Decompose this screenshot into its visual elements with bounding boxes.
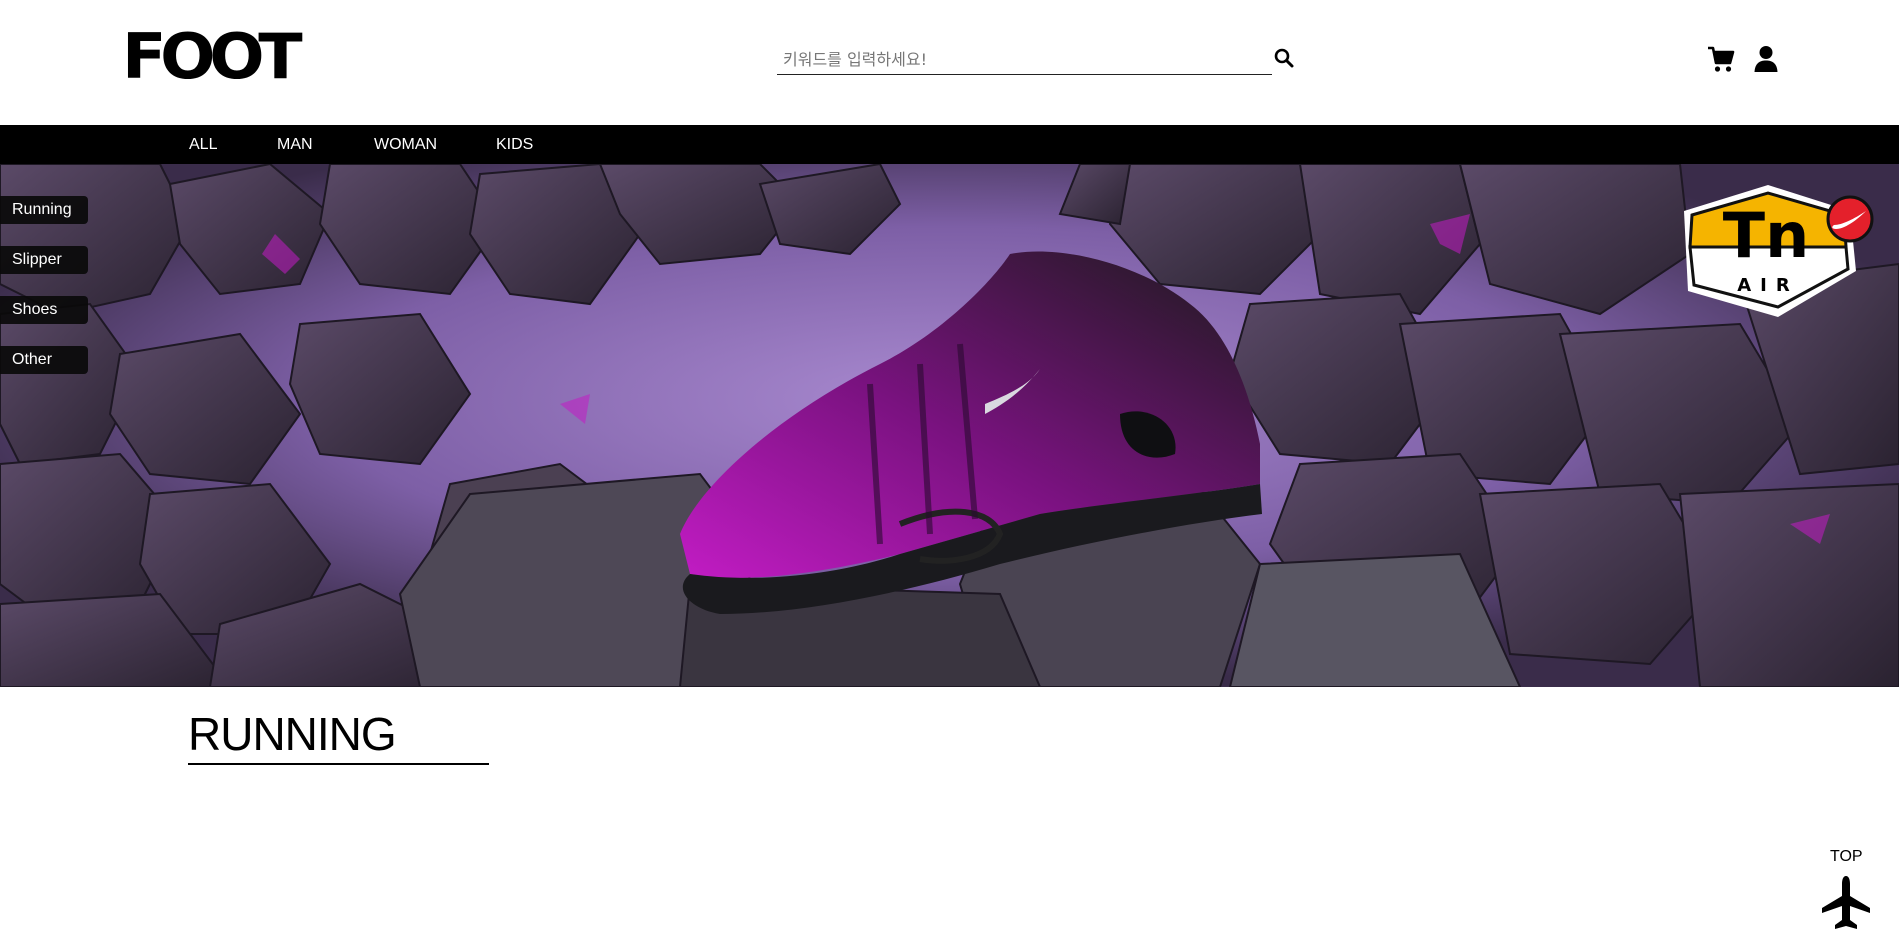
air-text: AIR xyxy=(1737,275,1799,296)
scroll-top-button[interactable]: TOP xyxy=(1818,848,1874,938)
nav-item-all[interactable]: ALL xyxy=(189,125,217,164)
tn-air-logo: Tn AIR xyxy=(1684,185,1874,317)
airplane-icon xyxy=(1822,876,1870,929)
nav-item-kids[interactable]: KIDS xyxy=(496,125,533,164)
site-logo[interactable]: FOOT xyxy=(122,26,303,88)
header-actions xyxy=(1706,44,1781,76)
search-icon[interactable] xyxy=(1272,46,1296,70)
section-title-underline xyxy=(188,763,489,765)
user-icon[interactable] xyxy=(1751,44,1781,74)
site-header: FOOT xyxy=(0,0,1899,125)
side-item-shoes[interactable]: Shoes xyxy=(0,296,88,324)
side-item-running[interactable]: Running xyxy=(0,196,88,224)
side-item-other[interactable]: Other xyxy=(0,346,88,374)
tn-text: Tn xyxy=(1723,199,1809,272)
hero-image xyxy=(0,164,1899,687)
nav-item-woman[interactable]: WOMAN xyxy=(374,125,437,164)
hero-banner xyxy=(0,164,1899,687)
side-item-slipper[interactable]: Slipper xyxy=(0,246,88,274)
search-input[interactable] xyxy=(777,44,1272,75)
search-bar xyxy=(777,44,1294,76)
section-title: RUNNING xyxy=(188,708,397,760)
main-nav: ALL MAN WOMAN KIDS xyxy=(0,125,1899,164)
top-label: TOP xyxy=(1830,848,1863,865)
cart-icon[interactable] xyxy=(1706,44,1736,74)
nav-item-man[interactable]: MAN xyxy=(277,125,313,164)
